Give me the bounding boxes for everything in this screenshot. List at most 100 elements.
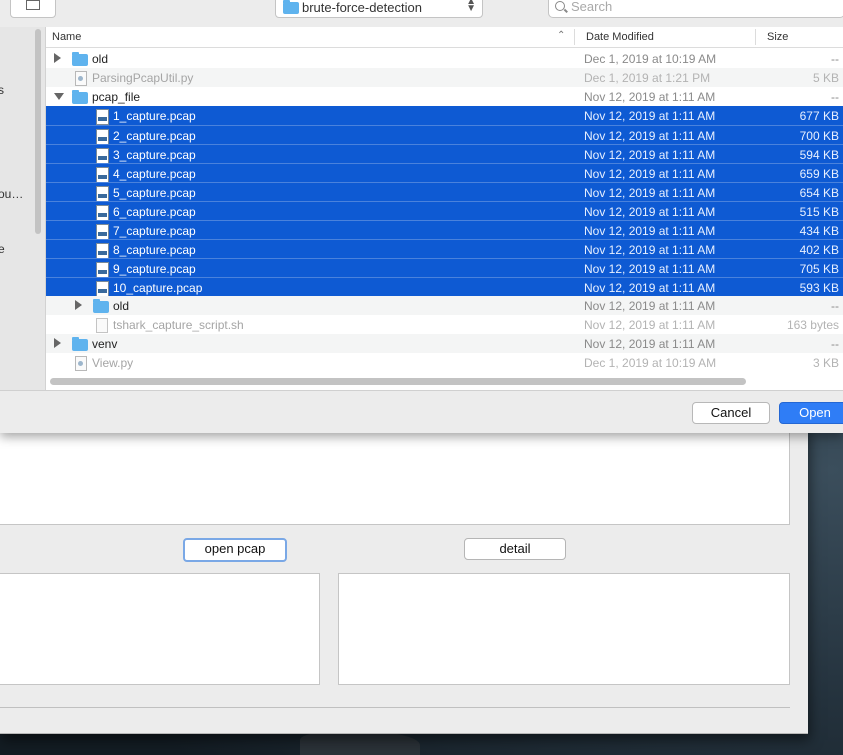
file-row[interactable]: 5_capture.pcap Nov 12, 2019 at 1:11 AM 654… — [46, 182, 843, 202]
folder-icon — [283, 0, 299, 14]
output-text-area[interactable] — [0, 425, 790, 525]
file-row[interactable]: 1_capture.pcap Nov 12, 2019 at 1:11 AM 677… — [46, 106, 843, 125]
file-size: -- — [831, 337, 839, 351]
app-window: open pcap detail — [0, 425, 808, 734]
search-icon — [555, 1, 565, 11]
sidebar-item[interactable]: e — [0, 242, 5, 256]
file-date-modified: Nov 12, 2019 at 1:11 AM — [584, 281, 716, 295]
file-row[interactable]: ParsingPcapUtil.py Dec 1, 2019 at 1:21 PM… — [46, 68, 843, 87]
column-size-header[interactable]: Size — [767, 31, 788, 43]
file-size: 700 KB — [799, 129, 839, 143]
file-row[interactable]: 4_capture.pcap Nov 12, 2019 at 1:11 AM 659… — [46, 163, 843, 183]
file-row[interactable]: tshark_capture_script.sh Nov 12, 2019 at … — [46, 315, 843, 334]
file-size: 677 KB — [799, 109, 839, 123]
column-name-header[interactable]: Name — [52, 31, 81, 43]
pcap-file-icon — [96, 129, 109, 145]
file-date-modified: Nov 12, 2019 at 1:11 AM — [584, 167, 716, 181]
folder-row[interactable]: old Nov 12, 2019 at 1:11 AM -- — [46, 296, 843, 315]
left-result-box[interactable] — [0, 573, 320, 685]
folder-icon — [72, 337, 88, 351]
file-row[interactable]: 8_capture.pcap Nov 12, 2019 at 1:11 AM 402… — [46, 239, 843, 259]
file-date-modified: Nov 12, 2019 at 1:11 AM — [584, 129, 716, 143]
column-separator — [574, 29, 575, 45]
file-size: 434 KB — [799, 224, 839, 238]
file-date-modified: Nov 12, 2019 at 1:11 AM — [584, 109, 716, 123]
python-file-icon — [75, 71, 87, 86]
location-label: brute-force-detection — [302, 0, 422, 15]
folder-icon — [72, 90, 88, 104]
folder-icon — [93, 299, 109, 313]
cancel-button[interactable]: Cancel — [692, 402, 770, 424]
file-date-modified: Nov 12, 2019 at 1:11 AM — [584, 299, 716, 313]
search-input[interactable] — [571, 0, 831, 14]
pcap-file-icon — [96, 243, 109, 259]
file-row[interactable]: 3_capture.pcap Nov 12, 2019 at 1:11 AM 594… — [46, 144, 843, 164]
disclosure-closed-icon[interactable] — [75, 300, 82, 310]
file-row[interactable]: 10_capture.pcap Nov 12, 2019 at 1:11 AM 59… — [46, 277, 843, 297]
script-file-icon — [96, 318, 108, 333]
file-size: 594 KB — [799, 148, 839, 162]
file-size: 163 bytes — [786, 318, 839, 332]
pcap-file-icon — [96, 167, 109, 183]
disclosure-open-icon[interactable] — [54, 93, 64, 100]
file-date-modified: Nov 12, 2019 at 1:11 AM — [584, 148, 716, 162]
file-name: old — [113, 299, 130, 313]
file-name: 7_capture.pcap — [113, 224, 196, 238]
open-pcap-button[interactable]: open pcap — [183, 538, 287, 562]
file-date-modified: Nov 12, 2019 at 1:11 AM — [584, 90, 716, 104]
folder-row[interactable]: old Dec 1, 2019 at 10:19 AM -- — [46, 49, 843, 68]
file-date-modified: Nov 12, 2019 at 1:11 AM — [584, 262, 716, 276]
sidebar: s ou… e — [0, 27, 46, 390]
file-date-modified: Dec 1, 2019 at 10:19 AM — [584, 356, 717, 370]
file-date-modified: Dec 1, 2019 at 1:21 PM — [584, 71, 711, 85]
file-date-modified: Nov 12, 2019 at 1:11 AM — [584, 337, 716, 351]
disclosure-closed-icon[interactable] — [54, 53, 61, 63]
search-field[interactable] — [548, 0, 843, 18]
dialog-footer: Cancel Open — [0, 390, 843, 433]
python-file-icon — [75, 356, 87, 371]
file-date-modified: Nov 12, 2019 at 1:11 AM — [584, 224, 716, 238]
detail-button[interactable]: detail — [464, 538, 566, 560]
right-result-box[interactable] — [338, 573, 790, 685]
file-date-modified: Nov 12, 2019 at 1:11 AM — [584, 318, 716, 332]
file-date-modified: Dec 1, 2019 at 10:19 AM — [584, 52, 717, 66]
column-separator — [755, 29, 756, 45]
file-name: 4_capture.pcap — [113, 167, 196, 181]
file-row[interactable]: 2_capture.pcap Nov 12, 2019 at 1:11 AM 700… — [46, 125, 843, 145]
pcap-file-icon — [96, 262, 109, 278]
file-row[interactable]: View.py Dec 1, 2019 at 10:19 AM 3 KB — [46, 353, 843, 372]
disclosure-closed-icon[interactable] — [54, 338, 61, 348]
file-size: -- — [831, 90, 839, 104]
column-header: Name ⌃ Date Modified Size — [46, 27, 843, 48]
file-row[interactable]: 7_capture.pcap Nov 12, 2019 at 1:11 AM 434… — [46, 220, 843, 240]
pcap-file-icon — [96, 224, 109, 240]
file-name: View.py — [92, 356, 134, 370]
file-size: -- — [831, 52, 839, 66]
file-size: 593 KB — [799, 281, 839, 295]
column-date-header[interactable]: Date Modified — [586, 31, 654, 43]
file-size: 402 KB — [799, 243, 839, 257]
sidebar-item[interactable]: s — [0, 83, 4, 97]
file-row[interactable]: 6_capture.pcap Nov 12, 2019 at 1:11 AM 515… — [46, 201, 843, 221]
file-name: venv — [92, 337, 118, 351]
file-date-modified: Nov 12, 2019 at 1:11 AM — [584, 243, 716, 257]
file-size: 654 KB — [799, 186, 839, 200]
folder-row[interactable]: venv Nov 12, 2019 at 1:11 AM -- — [46, 334, 843, 353]
open-button[interactable]: Open — [779, 402, 843, 424]
folder-row[interactable]: pcap_file Nov 12, 2019 at 1:11 AM -- — [46, 87, 843, 106]
sidebar-item[interactable]: ou… — [0, 187, 23, 201]
file-name: 5_capture.pcap — [113, 186, 196, 200]
sidebar-scrollbar[interactable] — [35, 29, 41, 234]
file-browser: Name ⌃ Date Modified Size old Dec 1, 2019… — [46, 27, 843, 390]
file-date-modified: Nov 12, 2019 at 1:11 AM — [584, 205, 716, 219]
horizontal-scrollbar[interactable] — [50, 378, 746, 385]
location-popup[interactable]: brute-force-detection ▲ ▼ — [275, 0, 483, 18]
open-file-dialog: brute-force-detection ▲▼ s ou… e Name ⌃ … — [0, 0, 843, 433]
file-name: 1_capture.pcap — [113, 109, 196, 123]
folder-icon — [72, 52, 88, 66]
pcap-file-icon — [96, 148, 109, 164]
file-name: ParsingPcapUtil.py — [92, 71, 194, 85]
new-folder-button[interactable] — [10, 0, 56, 18]
updown-chevron-icon: ▲ ▼ — [466, 0, 476, 14]
file-row[interactable]: 9_capture.pcap Nov 12, 2019 at 1:11 AM 705… — [46, 258, 843, 278]
